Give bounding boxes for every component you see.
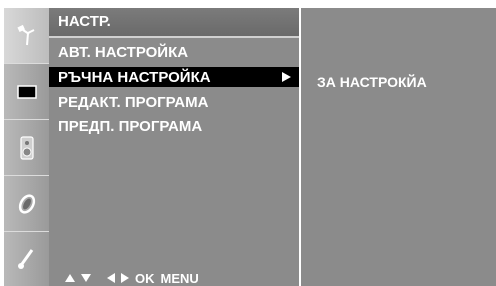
menu-hint: MENU xyxy=(160,270,199,286)
menu-item-favourite-program[interactable]: ПРЕДП. ПРОГРАМА xyxy=(49,116,299,136)
down-arrow-icon xyxy=(81,274,91,282)
rail-item-audio[interactable] xyxy=(4,120,49,176)
time-icon xyxy=(18,193,35,214)
menu-item-auto-tuning[interactable]: АВТ. НАСТРОЙКА xyxy=(49,42,299,62)
category-rail xyxy=(4,8,51,286)
rail-item-setup[interactable] xyxy=(4,8,49,64)
submenu-arrow-icon xyxy=(282,72,291,82)
menu-title: НАСТР. xyxy=(58,13,111,30)
submenu-action-label[interactable]: ЗА НАСТРОКЙА xyxy=(317,74,427,90)
settings-icon xyxy=(17,249,33,269)
rail-item-picture[interactable] xyxy=(4,64,49,120)
picture-icon xyxy=(16,84,37,99)
setup-menu-panel: НАСТР. АВТ. НАСТРОЙКА РЪЧНА НАСТРОЙКА РЕ… xyxy=(49,8,299,286)
up-arrow-icon xyxy=(65,274,75,282)
menu-item-label: РЕДАКТ. ПРОГРАМА xyxy=(58,94,209,111)
menu-item-label: ПРЕДП. ПРОГРАМА xyxy=(58,118,203,135)
rail-item-time[interactable] xyxy=(4,176,49,232)
navigation-hint: OK MENU xyxy=(65,270,199,286)
right-arrow-icon xyxy=(121,273,129,283)
menu-item-program-edit[interactable]: РЕДАКТ. ПРОГРАМА xyxy=(49,92,299,112)
menu-item-label: РЪЧНА НАСТРОЙКА xyxy=(58,69,211,86)
left-arrow-icon xyxy=(107,273,115,283)
submenu-panel: ЗА НАСТРОКЙА xyxy=(301,8,496,286)
menu-title-bar: НАСТР. xyxy=(49,8,299,38)
ok-hint: OK xyxy=(135,270,155,286)
antenna-icon xyxy=(16,24,34,45)
menu-item-manual-tuning[interactable]: РЪЧНА НАСТРОЙКА xyxy=(49,67,299,87)
speaker-icon xyxy=(19,135,34,160)
rail-item-option[interactable] xyxy=(4,232,49,286)
menu-item-label: АВТ. НАСТРОЙКА xyxy=(58,44,189,61)
tv-osd-screen: НАСТР. АВТ. НАСТРОЙКА РЪЧНА НАСТРОЙКА РЕ… xyxy=(0,0,496,286)
